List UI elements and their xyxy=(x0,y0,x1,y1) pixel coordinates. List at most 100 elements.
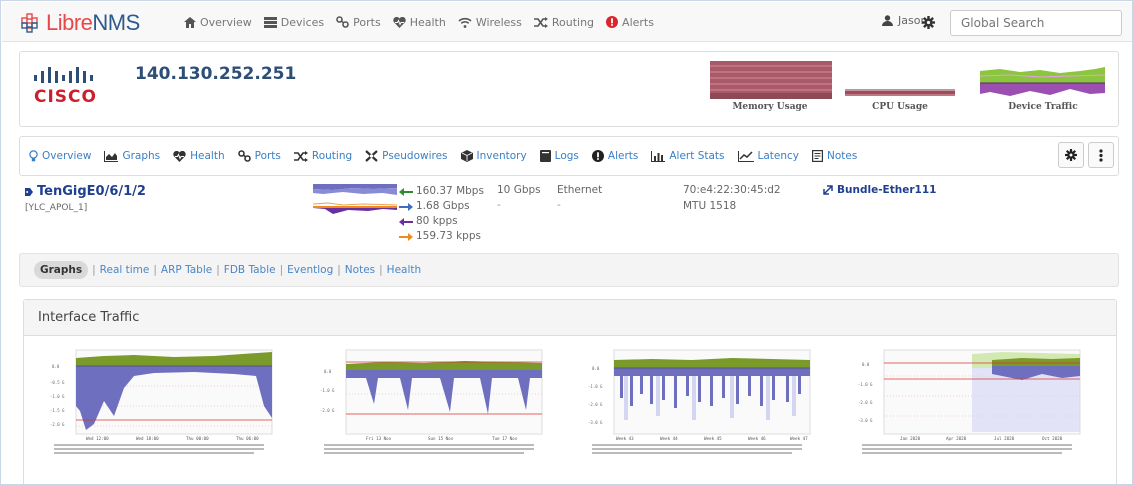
device-tabs: Overview Graphs Health Ports Routing Pse… xyxy=(29,137,870,175)
tab-health-label: Health xyxy=(190,150,225,162)
port-speed-extra: - xyxy=(497,199,501,211)
subnav-arp-table[interactable]: ARP Table xyxy=(161,264,212,276)
user-menu[interactable]: Jason xyxy=(882,14,927,27)
line-chart-icon xyxy=(737,150,754,162)
tab-notes[interactable]: Notes xyxy=(812,150,857,162)
cisco-logo-bars xyxy=(34,67,93,83)
nav-overview-label: Overview xyxy=(200,15,252,29)
tab-alert-stats[interactable]: Alert Stats xyxy=(651,150,725,162)
tab-ports[interactable]: Ports xyxy=(237,150,281,162)
graph-year-tick: Jan 2020 xyxy=(900,436,921,441)
nav-health[interactable]: Health xyxy=(393,16,446,29)
nav-devices-label: Devices xyxy=(280,15,325,29)
area-chart-icon xyxy=(104,150,119,162)
subnav-eventlog[interactable]: Eventlog xyxy=(287,264,333,276)
port-mac-address: 70:e4:22:30:45:d2 xyxy=(683,184,781,196)
tab-routing[interactable]: Routing xyxy=(293,150,353,162)
heartbeat-icon xyxy=(173,150,186,162)
graph-day-tick: Wed 12:00 xyxy=(86,436,109,441)
nav-alerts[interactable]: Alerts xyxy=(606,16,654,29)
tab-latency[interactable]: Latency xyxy=(737,150,799,162)
heartbeat-icon xyxy=(393,16,406,28)
svg-text:-1.5 G: -1.5 G xyxy=(50,408,65,413)
tab-overview-label: Overview xyxy=(42,150,92,162)
subnav-fdb-table[interactable]: FDB Table xyxy=(224,264,276,276)
graph-month-tick: Week 46 xyxy=(748,436,766,441)
port-rates: 160.37 Mbps 1.68 Gbps 80 kpps 159.73 kpp… xyxy=(399,184,484,244)
librenms-logo[interactable]: LibreNMS xyxy=(20,10,140,36)
subnav-health[interactable]: Health xyxy=(387,264,421,276)
wifi-icon xyxy=(458,17,472,28)
tab-alerts[interactable]: Alerts xyxy=(591,150,639,162)
arrow-left-icon xyxy=(399,187,413,196)
gear-icon xyxy=(922,16,935,29)
svg-text:-3.0 G: -3.0 G xyxy=(858,418,873,423)
port-subnav: Graphs | Real time | ARP Table | FDB Tab… xyxy=(19,253,1119,287)
rate-in-pkts-value: 80 kpps xyxy=(416,215,458,227)
nav-devices[interactable]: Devices xyxy=(263,15,325,29)
graph-day-tick: Thu 06:00 xyxy=(236,436,259,441)
svg-text:-1.0 G: -1.0 G xyxy=(320,388,335,393)
settings-menu[interactable] xyxy=(922,14,935,33)
random-icon xyxy=(533,16,548,28)
nav-ports[interactable]: Ports xyxy=(336,16,381,29)
nav-routing[interactable]: Routing xyxy=(533,16,594,29)
subnav-graphs[interactable]: Graphs xyxy=(34,261,89,279)
port-alias: [YLC_APOL_1] xyxy=(25,203,88,213)
device-hostname[interactable]: 140.130.252.251 xyxy=(135,64,296,84)
device-traffic-graph[interactable] xyxy=(980,61,1105,99)
cube-icon xyxy=(460,150,473,162)
subnav-notes[interactable]: Notes xyxy=(345,264,375,276)
graph-day-tick: Wed 18:00 xyxy=(136,436,159,441)
tab-overview[interactable]: Overview xyxy=(29,150,91,162)
svg-text:-1.0 G: -1.0 G xyxy=(858,382,873,387)
svg-text:0.0: 0.0 xyxy=(52,364,60,369)
global-search-input[interactable] xyxy=(950,10,1122,36)
nav-health-label: Health xyxy=(409,15,446,29)
tab-graphs[interactable]: Graphs xyxy=(104,150,160,162)
traffic-graph-week[interactable]: 0.0 -1.0 G -2.0 G Fri 13 Nov Sun 15 Nov Tu… xyxy=(304,346,569,456)
graph-week-tick: Fri 13 Nov xyxy=(366,436,392,441)
bundle-name: Bundle-Ether111 xyxy=(837,184,937,196)
traffic-graph-day[interactable]: 0.0 -0.5 G -1.0 G -1.5 G -2.0 G Wed 12:00 We… xyxy=(34,346,299,456)
more-options-button[interactable] xyxy=(1088,142,1114,168)
tab-inventory[interactable]: Inventory xyxy=(460,150,527,162)
svg-text:-1.0 G: -1.0 G xyxy=(50,394,65,399)
device-settings-button[interactable] xyxy=(1058,142,1084,168)
cpu-usage-label: CPU Usage xyxy=(872,102,928,112)
nav-overview[interactable]: Overview xyxy=(184,16,252,29)
svg-text:-2.0 G: -2.0 G xyxy=(858,400,873,405)
cpu-usage-graph[interactable] xyxy=(845,61,955,99)
bundle-link[interactable]: Bundle-Ether111 xyxy=(823,184,936,196)
rate-out-pkts-value: 159.73 kpps xyxy=(416,230,481,242)
memory-usage-graph[interactable] xyxy=(710,61,832,99)
traffic-graph-year[interactable]: 0.0-1.0 G-2.0 G-3.0 G Jan 2020 Apr 2020 … xyxy=(842,346,1107,456)
tab-inventory-label: Inventory xyxy=(476,150,527,162)
port-mtu: MTU 1518 xyxy=(683,200,737,212)
alert-icon xyxy=(591,150,604,162)
kebab-menu-icon xyxy=(1099,148,1103,162)
tab-logs[interactable]: Logs xyxy=(539,150,579,162)
rate-in-pkts: 80 kpps xyxy=(399,214,484,229)
nav-wireless[interactable]: Wireless xyxy=(458,16,522,29)
tab-routing-label: Routing xyxy=(311,150,353,162)
rate-in: 160.37 Mbps xyxy=(399,184,484,199)
traffic-graph-month[interactable]: 0.0 -1.0 G -2.0 G -3.0 G Week 43 Week 44 We… xyxy=(572,346,837,456)
graph-month-tick: Week 47 xyxy=(790,436,808,441)
device-header: CISCO 140.130.252.251 Memory Usage CPU U… xyxy=(19,51,1119,127)
rate-out-pkts: 159.73 kpps xyxy=(399,229,484,244)
tab-alerts-label: Alerts xyxy=(607,150,639,162)
server-icon xyxy=(263,16,277,28)
graph-day-tick: Thu 00:00 xyxy=(186,436,209,441)
svg-text:-2.0 G: -2.0 G xyxy=(50,422,65,427)
tab-pseudowires[interactable]: Pseudowires xyxy=(365,150,448,162)
port-traffic-sparkline[interactable] xyxy=(313,182,397,222)
subnav-separator: | xyxy=(92,264,96,276)
port-name-link[interactable]: TenGigE0/6/1/2 xyxy=(25,184,146,199)
subnav-realtime[interactable]: Real time xyxy=(100,264,150,276)
tab-health[interactable]: Health xyxy=(173,150,225,162)
gear-icon xyxy=(1065,149,1077,161)
subnav-separator: | xyxy=(379,264,383,276)
rate-in-value: 160.37 Mbps xyxy=(416,185,484,197)
subnav-separator: | xyxy=(216,264,220,276)
